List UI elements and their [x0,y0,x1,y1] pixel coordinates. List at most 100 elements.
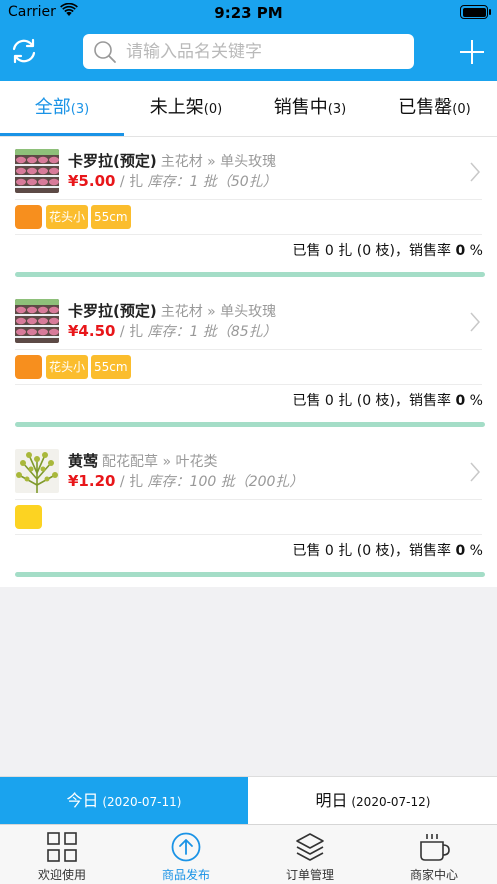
sales-text: 已售 0 扎 (0 枝)，销售率 [292,393,456,409]
header-bar: Carrier 9:23 PM [0,0,497,81]
tab-on-sale-label: 销售中 [273,97,328,118]
tab-all-count: (3) [70,102,90,117]
nav-merchant[interactable]: 商家中心 [372,825,497,884]
divider [15,234,482,235]
product-item[interactable]: 卡罗拉(预定) 主花材 » 单头玫瑰 ¥5.00 / 扎 库存：1 批（50扎） … [0,137,497,287]
add-icon[interactable] [458,38,486,66]
stock-text: 库存：1 批（85扎） [147,324,277,340]
product-list: 卡罗拉(预定) 主花材 » 单头玫瑰 ¥5.00 / 扎 库存：1 批（50扎） … [0,137,497,587]
sales-rate: 0 [455,393,466,409]
tab-on-sale-count: (3) [327,102,347,117]
tomorrow-date: (2020-07-12) [347,795,431,809]
chevron-right-icon [470,162,481,182]
product-name-line: 卡罗拉(预定) 主花材 » 单头玫瑰 [68,300,276,321]
chevron-right-icon [470,462,481,482]
stock-text: 库存：100 批（200扎） [147,474,304,490]
tag-row: D花头小55cm [15,205,134,231]
today-tab[interactable]: 今日 (2020-07-11) [0,777,248,825]
tomorrow-label: 明日 [315,791,348,810]
tag-label: 55cm [91,205,131,229]
divider [15,534,482,535]
product-name: 卡罗拉(预定) [68,302,157,320]
tab-sold-out[interactable]: 已售罄(0) [372,81,497,136]
sales-unit: % [465,393,483,409]
cup-icon [420,834,450,861]
price-stock-line: ¥4.50 / 扎 库存：1 批（85扎） [68,321,277,341]
sales-progress-bar [15,572,485,577]
tag-label: 55cm [91,355,131,379]
sales-text: 已售 0 扎 (0 枝)，销售率 [292,243,456,259]
chevron-right-icon [470,312,481,332]
status-tabs: 全部(3) 未上架(0) 销售中(3) 已售罄(0) [0,81,497,137]
layers-icon [296,833,324,861]
tag-label: 花头小 [46,355,89,379]
product-category: 主花材 » 单头玫瑰 [160,304,277,320]
nav-publish-label: 商品发布 [161,868,210,882]
search-box[interactable] [83,34,414,69]
nav-welcome[interactable]: 欢迎使用 [0,825,124,884]
product-category: 配花配草 » 叶花类 [102,454,218,470]
tab-all-label: 全部 [34,97,71,118]
product-price: ¥4.50 [68,322,116,340]
sales-unit: % [465,543,483,559]
refresh-icon[interactable] [9,36,39,66]
product-category: 主花材 » 单头玫瑰 [160,154,277,170]
sales-summary: 已售 0 扎 (0 枝)，销售率 0 % [292,390,483,410]
product-item[interactable]: 黄莺配花配草 » 叶花类 ¥1.20 / 扎 库存：100 批（200扎） C … [0,437,497,587]
product-name-line: 黄莺 配花配草 » 叶花类 [68,450,217,471]
price-unit: / 扎 [115,324,148,340]
today-label: 今日 [66,791,99,810]
sales-rate: 0 [455,243,466,259]
sales-text: 已售 0 扎 (0 枝)，销售率 [292,543,456,559]
product-price: ¥5.00 [68,172,116,190]
sales-summary: 已售 0 扎 (0 枝)，销售率 0 % [292,240,483,260]
bottom-tab-bar: 欢迎使用 商品发布 订单管理 商家中心 [0,824,497,884]
divider [15,499,482,500]
sales-progress-bar [15,272,485,277]
status-bar: Carrier 9:23 PM [0,0,497,26]
product-name: 卡罗拉(预定) [68,152,157,170]
tab-sold-out-count: (0) [452,102,471,117]
nav-welcome-label: 欢迎使用 [37,868,86,882]
tab-all[interactable]: 全部(3) [0,81,124,136]
sales-unit: % [465,243,483,259]
day-selector: 今日 (2020-07-11) 明日 (2020-07-12) [0,776,497,825]
search-input[interactable] [124,37,408,67]
tomorrow-tab[interactable]: 明日 (2020-07-12) [249,777,497,825]
nav-publish[interactable]: 商品发布 [124,825,248,884]
tab-unlisted[interactable]: 未上架(0) [124,81,248,136]
product-price: ¥1.20 [68,472,116,490]
upload-icon [171,832,201,862]
tag-row: D花头小55cm [15,355,134,381]
rose-bundle-photo [15,299,59,343]
stock-text: 库存：1 批（50扎） [147,174,277,190]
sales-progress-bar [15,422,485,427]
rose-bundle-photo [15,149,59,193]
sales-summary: 已售 0 扎 (0 枝)，销售率 0 % [292,540,483,560]
price-unit: / 扎 [115,174,148,190]
price-stock-line: ¥1.20 / 扎 库存：100 批（200扎） [68,471,303,491]
tag-row: C [15,505,46,531]
status-time: 9:23 PM [214,4,283,22]
tab-unlisted-count: (0) [203,102,223,117]
tab-on-sale[interactable]: 销售中(3) [248,81,372,136]
product-name: 黄莺 [68,452,99,470]
sales-rate: 0 [455,543,466,559]
grade-badge: D [15,205,42,229]
price-stock-line: ¥5.00 / 扎 库存：1 批（50扎） [68,171,277,191]
yellow-solidago-photo [15,449,59,493]
tab-unlisted-label: 未上架 [149,97,204,118]
today-date: (2020-07-11) [98,795,182,809]
product-item[interactable]: 卡罗拉(预定) 主花材 » 单头玫瑰 ¥4.50 / 扎 库存：1 批（85扎） … [0,287,497,437]
tag-label: 花头小 [46,205,89,229]
price-unit: / 扎 [115,474,148,490]
nav-merchant-label: 商家中心 [409,868,458,882]
nav-orders[interactable]: 订单管理 [248,825,372,884]
tab-sold-out-label: 已售罄 [398,97,453,118]
product-name-line: 卡罗拉(预定) 主花材 » 单头玫瑰 [68,150,276,171]
nav-orders-label: 订单管理 [285,868,334,882]
grid-icon [47,832,77,862]
grade-badge: C [15,505,42,529]
divider [15,199,482,200]
search-icon [94,41,116,63]
